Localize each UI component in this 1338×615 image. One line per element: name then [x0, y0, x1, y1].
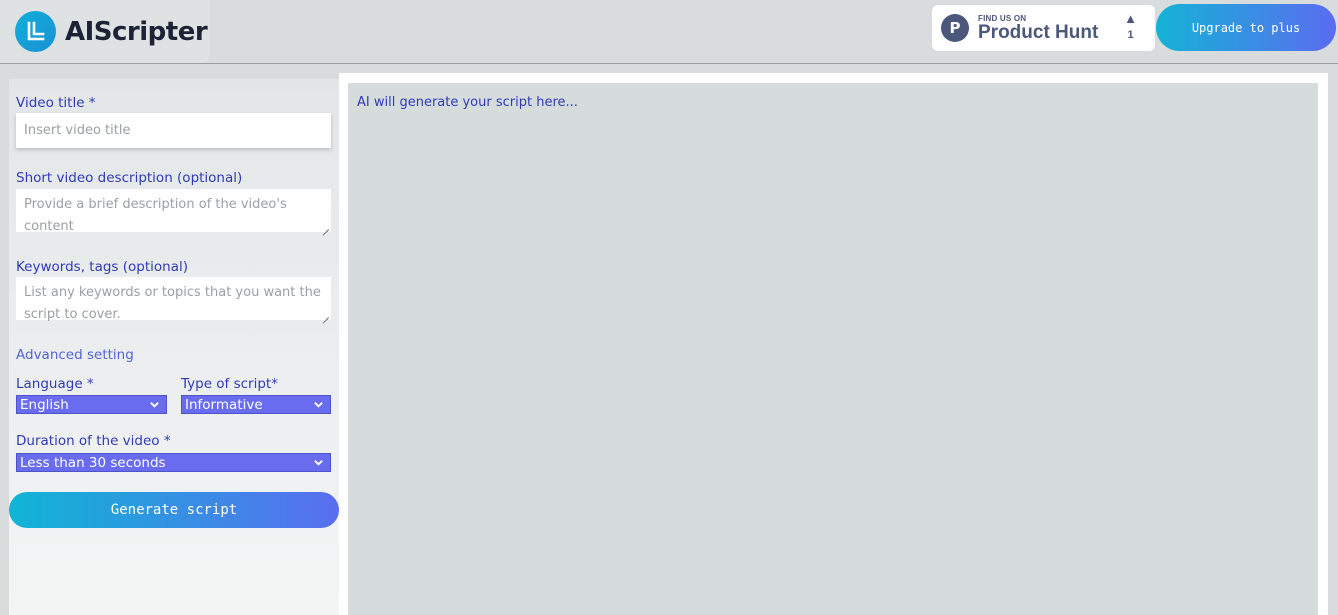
app-name: AIScripter	[65, 16, 208, 47]
product-hunt-badge[interactable]: P FIND US ON Product Hunt ▲ 1	[932, 5, 1155, 51]
script-output-frame: AI will generate your script here...	[339, 73, 1328, 615]
language-select[interactable]: English	[16, 395, 167, 414]
product-hunt-title: Product Hunt	[978, 21, 1099, 43]
language-value: English	[20, 396, 69, 413]
description-label: Short video description (optional)	[16, 170, 243, 186]
description-textarea[interactable]: Provide a brief description of the video…	[16, 189, 331, 234]
product-hunt-votes: ▲ 1	[1124, 12, 1137, 42]
chevron-down-icon	[314, 402, 323, 408]
top-header: AIScripter P FIND US ON Product Hunt ▲ 1…	[0, 0, 1338, 64]
keywords-textarea[interactable]: List any keywords or topics that you wan…	[16, 277, 331, 322]
logo-icon	[15, 11, 56, 52]
keywords-placeholder: List any keywords or topics that you wan…	[24, 285, 321, 322]
logo[interactable]: AIScripter	[0, 0, 210, 63]
script-form-panel: Video title * Insert video title Short v…	[9, 79, 339, 615]
script-type-value: Informative	[185, 396, 263, 413]
description-placeholder: Provide a brief description of the video…	[24, 197, 287, 234]
video-title-input[interactable]: Insert video title	[16, 113, 331, 148]
script-type-label: Type of script*	[181, 376, 278, 392]
keywords-label: Keywords, tags (optional)	[16, 259, 188, 275]
chevron-down-icon	[314, 460, 323, 466]
generate-script-button[interactable]: Generate script	[9, 492, 339, 528]
upgrade-button[interactable]: Upgrade to plus	[1156, 4, 1336, 51]
output-placeholder: AI will generate your script here...	[357, 95, 578, 110]
duration-select[interactable]: Less than 30 seconds	[16, 453, 331, 472]
resize-handle-icon[interactable]	[321, 310, 329, 318]
upvote-triangle-icon: ▲	[1124, 11, 1137, 26]
vote-count: 1	[1127, 29, 1134, 41]
duration-value: Less than 30 seconds	[20, 454, 166, 471]
video-title-label: Video title *	[16, 95, 96, 111]
advanced-setting-toggle[interactable]: Advanced setting	[16, 347, 134, 363]
product-hunt-icon: P	[941, 14, 969, 42]
script-output-area[interactable]: AI will generate your script here...	[348, 83, 1318, 615]
duration-label: Duration of the video *	[16, 433, 171, 449]
chevron-down-icon	[150, 402, 159, 408]
script-type-select[interactable]: Informative	[181, 395, 331, 414]
resize-handle-icon[interactable]	[321, 222, 329, 230]
language-label: Language *	[16, 376, 94, 392]
